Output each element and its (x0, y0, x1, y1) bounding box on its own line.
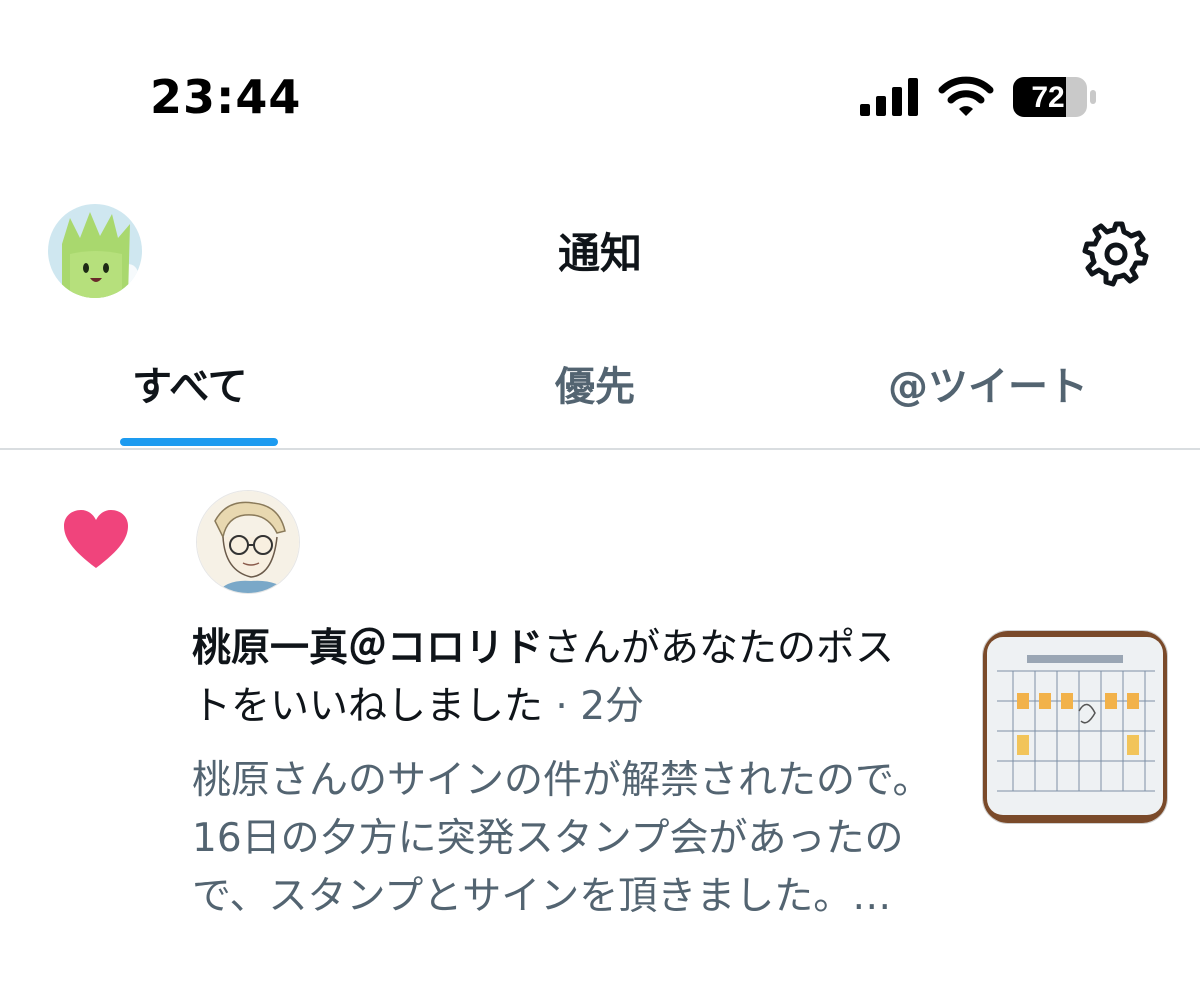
user-avatar[interactable] (196, 490, 300, 594)
user-name-link[interactable]: 桃原一真＠コロリド (192, 626, 543, 671)
tab-all[interactable]: すべて (132, 354, 248, 412)
post-thumbnail[interactable] (982, 630, 1168, 824)
tab-mentions[interactable]: @ツイート (888, 354, 1088, 412)
time-ago: 2分 (580, 684, 645, 729)
signal-icon (860, 78, 918, 116)
status-time: 23:44 (150, 70, 302, 124)
top-header: 通知 (0, 190, 1200, 310)
separator-dot: · (555, 684, 568, 729)
active-tab-indicator (120, 438, 278, 446)
status-bar: 23:44 72 (0, 0, 1200, 150)
tab-bar: すべて 優先 @ツイート (0, 330, 1200, 450)
page-title: 通知 (557, 229, 642, 278)
heart-icon (64, 510, 128, 568)
wifi-icon (938, 76, 994, 116)
post-preview-text[interactable]: 桃原さんのサインの件が解禁されたので。16日の夕方に突発スタンプ会があったので、… (192, 752, 932, 926)
gear-icon[interactable] (1082, 220, 1150, 288)
notification-text: 桃原一真＠コロリドさんがあなたのポストをいいねしました · 2分 (192, 620, 932, 736)
battery-level: 72 (1031, 81, 1064, 114)
notification-item[interactable]: 桃原一真＠コロリドさんがあなたのポストをいいねしました · 2分 桃原さんのサイ… (0, 450, 1200, 1000)
battery-icon: 72 (1013, 77, 1096, 117)
tab-priority[interactable]: 優先 (555, 354, 635, 412)
